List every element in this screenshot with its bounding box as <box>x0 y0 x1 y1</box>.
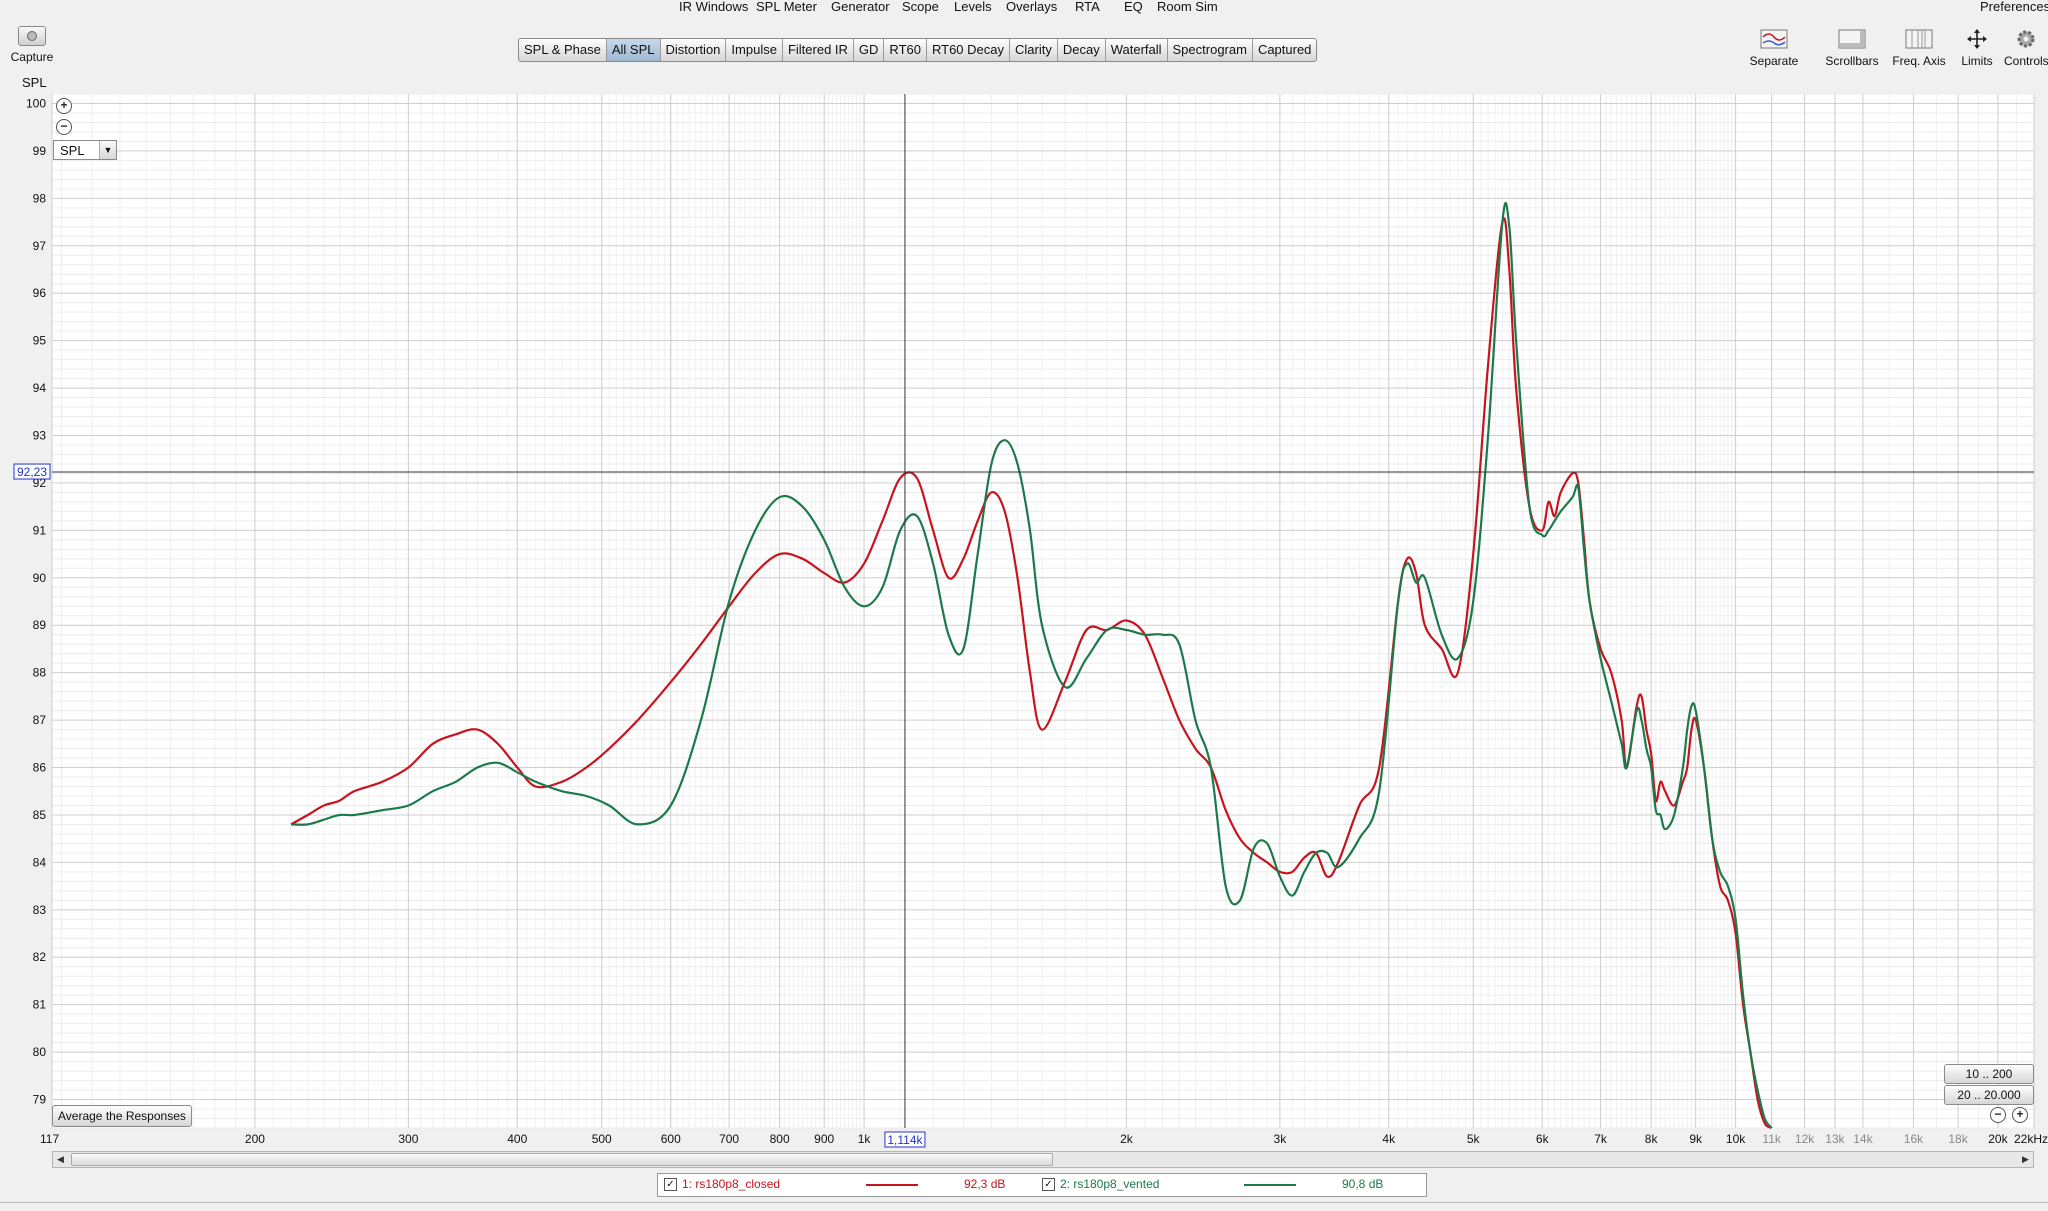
y-tick-label: 81 <box>33 998 47 1012</box>
x-tick-label: 5k <box>1467 1132 1481 1146</box>
y-axis-select[interactable]: SPL ▼ <box>53 140 117 160</box>
x-tick-label: 13k <box>1825 1132 1845 1146</box>
y-tick-label: 86 <box>33 761 47 775</box>
chevron-down-icon[interactable]: ▼ <box>99 141 116 159</box>
series-2-name: 2: rs180p8_vented <box>1060 1177 1160 1191</box>
series-2-swatch <box>1244 1184 1296 1186</box>
x-tick-labels: 117 200 300 400 500 600 700 800 900 1k 2k 3k 4k 5k 6k 7… <box>40 1132 2048 1146</box>
y-tick-label: 85 <box>33 808 47 822</box>
cursor-y-readout: 92,23 <box>17 465 47 479</box>
x-tick-label: 16k <box>1904 1132 1924 1146</box>
y-tick-label: 98 <box>33 191 47 205</box>
y-tick-label: 87 <box>33 713 47 727</box>
x-tick-label: 200 <box>245 1132 265 1146</box>
x-tick-label: 11k <box>1762 1132 1781 1146</box>
scroll-left-icon[interactable]: ◀ <box>53 1152 68 1167</box>
x-tick-label: 22kHz <box>2014 1132 2048 1146</box>
x-tick-label: 2k <box>1120 1132 1134 1146</box>
spl-chart[interactable]: 7980818283848586878889909192939495969798… <box>0 0 2048 1150</box>
y-tick-label: 88 <box>33 666 47 680</box>
scroll-right-icon[interactable]: ▶ <box>2018 1152 2033 1167</box>
series-1-value: 92,3 dB <box>964 1177 1006 1191</box>
y-tick-label: 89 <box>33 618 47 632</box>
x-tick-label: 600 <box>661 1132 681 1146</box>
series-2-checkbox[interactable]: ✓ <box>1042 1178 1055 1191</box>
series-1-checkbox[interactable]: ✓ <box>664 1178 677 1191</box>
x-tick-label: 700 <box>719 1132 739 1146</box>
x-tick-label: 300 <box>398 1132 418 1146</box>
y-tick-label: 90 <box>33 571 47 585</box>
y-tick-labels: 7980818283848586878889909192939495969798… <box>26 96 46 1106</box>
x-tick-label: 8k <box>1645 1132 1659 1146</box>
x-tick-label: 6k <box>1536 1132 1550 1146</box>
horizontal-scrollbar[interactable]: ◀ ▶ <box>52 1151 2034 1168</box>
y-tick-label: 93 <box>33 429 47 443</box>
x-tick-label: 400 <box>507 1132 527 1146</box>
zoom-in-x-icon[interactable]: + <box>2012 1107 2028 1123</box>
x-tick-label: 4k <box>1382 1132 1396 1146</box>
plot-area <box>51 93 2035 1129</box>
y-tick-label: 95 <box>33 334 47 348</box>
legend: ✓ 1: rs180p8_closed 92,3 dB ✓ 2: rs180p8… <box>657 1173 1427 1197</box>
x-tick-label: 800 <box>770 1132 790 1146</box>
range-10-200-button[interactable]: 10 .. 200 <box>1944 1064 2034 1084</box>
series-1-swatch <box>866 1184 918 1186</box>
y-tick-label: 79 <box>33 1093 47 1107</box>
x-tick-label: 20k <box>1988 1132 2008 1146</box>
x-tick-label: 12k <box>1795 1132 1815 1146</box>
x-tick-label: 1k <box>858 1132 872 1146</box>
x-tick-label: 900 <box>814 1132 834 1146</box>
x-tick-label: 14k <box>1853 1132 1873 1146</box>
x-tick-label: 500 <box>592 1132 612 1146</box>
scroll-thumb[interactable] <box>71 1153 1053 1166</box>
zoom-out-y-icon[interactable]: − <box>56 119 72 135</box>
x-tick-label: 10k <box>1726 1132 1746 1146</box>
y-tick-label: 84 <box>33 855 47 869</box>
x-tick-label: 7k <box>1594 1132 1608 1146</box>
x-tick-label: 18k <box>1948 1132 1968 1146</box>
y-tick-label: 94 <box>33 381 47 395</box>
y-axis-select-value: SPL <box>60 143 85 158</box>
y-tick-label: 83 <box>33 903 47 917</box>
series-2-value: 90,8 dB <box>1342 1177 1384 1191</box>
x-tick-label: 9k <box>1689 1132 1703 1146</box>
cursor-x-readout: 1,114k <box>887 1133 923 1147</box>
y-tick-label: 91 <box>33 523 47 537</box>
range-20-20000-button[interactable]: 20 .. 20.000 <box>1944 1085 2034 1105</box>
y-tick-label: 97 <box>33 239 47 253</box>
zoom-out-x-icon[interactable]: − <box>1990 1107 2006 1123</box>
y-tick-label: 80 <box>33 1045 47 1059</box>
zoom-in-y-icon[interactable]: + <box>56 98 72 114</box>
y-tick-label: 100 <box>26 96 46 110</box>
average-responses-button[interactable]: Average the Responses <box>52 1105 192 1127</box>
x-tick-label: 3k <box>1274 1132 1288 1146</box>
y-tick-label: 96 <box>33 286 47 300</box>
y-tick-label: 99 <box>33 144 47 158</box>
series-1-name: 1: rs180p8_closed <box>682 1177 781 1191</box>
x-tick-label: 117 <box>40 1132 59 1146</box>
y-tick-label: 82 <box>33 950 47 964</box>
